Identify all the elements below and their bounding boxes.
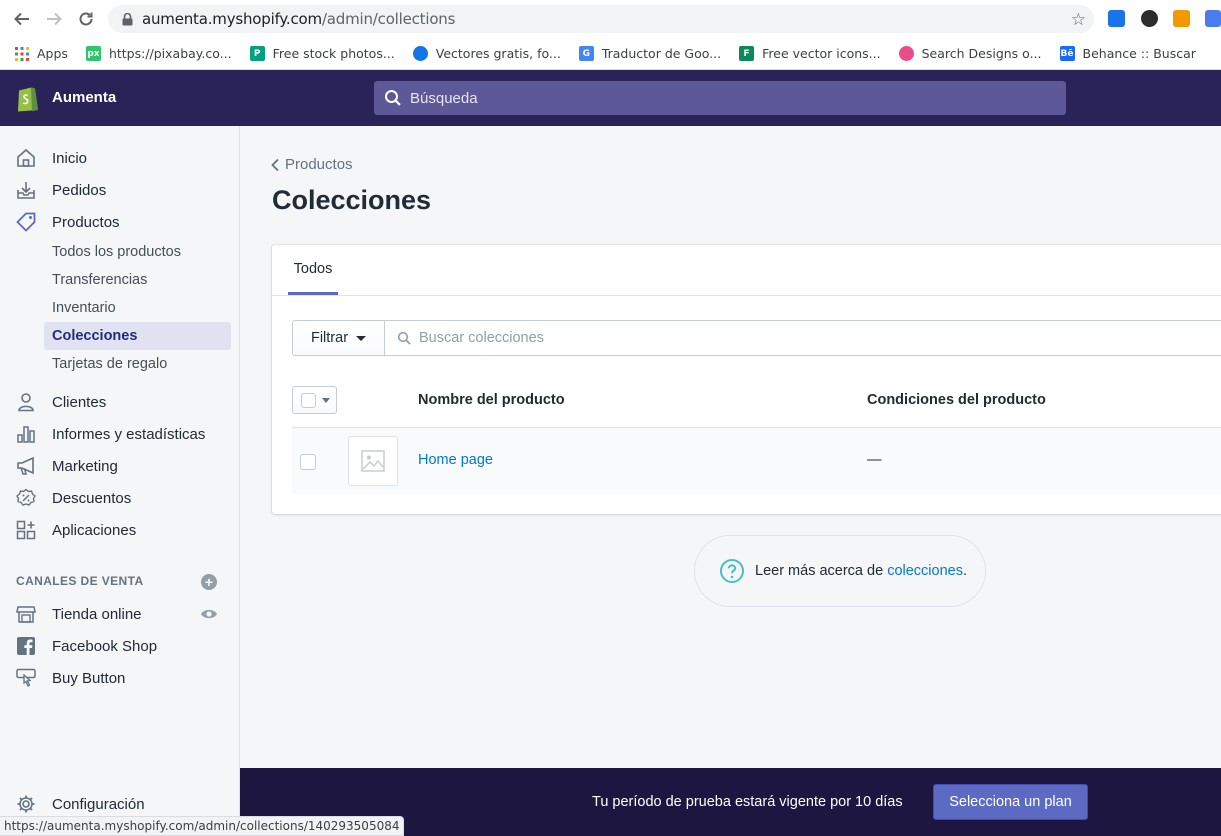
bookmark-freepik[interactable]: Vectores gratis, fo... <box>412 46 561 61</box>
buy-button-icon <box>16 668 36 688</box>
pixabay-icon: px <box>85 46 101 61</box>
collection-search[interactable] <box>384 320 1221 356</box>
select-all-checkbox[interactable] <box>301 393 316 408</box>
analytics-icon <box>16 424 36 444</box>
customer-icon <box>16 392 36 412</box>
back-arrow-icon[interactable] <box>11 8 33 30</box>
sales-channels-heading: CANALES DE VENTA <box>16 574 144 588</box>
row-checkbox[interactable] <box>300 454 316 470</box>
column-header-conditions: Condiciones del producto <box>867 392 1046 408</box>
discount-icon <box>16 488 36 508</box>
page-title: Colecciones <box>272 185 432 215</box>
bookmark-pixabay[interactable]: px https://pixabay.co... <box>85 46 232 61</box>
sidebar-item-marketing[interactable]: Marketing <box>0 450 240 482</box>
extension-icon[interactable] <box>1173 10 1190 27</box>
divider <box>272 295 1221 296</box>
collections-card: Todos Filtrar Nombre del producto Condic… <box>272 245 1221 514</box>
sidebar-subitem-todos-los-productos[interactable]: Todos los productos <box>44 238 231 266</box>
bookmark-star-icon[interactable]: ☆ <box>1071 10 1086 30</box>
flaticon-icon: F <box>739 46 755 61</box>
column-header-name: Nombre del producto <box>418 392 565 408</box>
behance-icon: Bē <box>1059 46 1075 61</box>
collection-conditions: — <box>867 452 882 468</box>
status-bar-url: https://aumenta.myshopify.com/admin/coll… <box>0 816 405 836</box>
sidebar-subitem-inventario[interactable]: Inventario <box>44 294 231 322</box>
dribbble-icon <box>898 46 914 61</box>
question-circle-icon <box>719 558 745 584</box>
freepik-icon <box>412 46 428 61</box>
select-plan-button[interactable]: Selecciona un plan <box>933 784 1088 820</box>
pexels-icon: P <box>249 46 265 61</box>
store-icon <box>16 604 36 624</box>
bookmark-behance[interactable]: Bē Behance :: Buscar <box>1059 46 1196 61</box>
global-search[interactable] <box>374 81 1066 115</box>
shopify-logo-icon[interactable] <box>16 84 42 112</box>
sidebar-item-productos[interactable]: Productos <box>0 206 240 238</box>
browser-toolbar: aumenta.myshopify.com/admin/collections … <box>0 0 1221 38</box>
bookmarks-bar: Apps px https://pixabay.co... P Free sto… <box>0 38 1221 70</box>
caret-down-icon <box>322 398 330 403</box>
apps-icon <box>16 520 36 540</box>
address-bar[interactable]: aumenta.myshopify.com/admin/collections … <box>108 5 1094 33</box>
home-icon <box>16 148 36 168</box>
collection-search-input[interactable] <box>419 330 1119 346</box>
facebook-icon <box>16 636 36 656</box>
orders-icon <box>16 180 36 200</box>
search-icon <box>384 89 402 107</box>
breadcrumb[interactable]: Productos <box>270 156 353 173</box>
bookmark-dribbble[interactable]: Search Designs o... <box>898 46 1042 61</box>
store-name[interactable]: Aumenta <box>52 89 116 106</box>
learn-more-callout: Leer más acerca de colecciones. <box>694 535 986 607</box>
bookmark-pexels[interactable]: P Free stock photos... <box>249 46 395 61</box>
learn-more-link[interactable]: colecciones <box>887 563 963 579</box>
breadcrumb-label: Productos <box>285 156 353 173</box>
google-translate-icon: G <box>578 46 594 61</box>
sidebar-channel-facebook-shop[interactable]: Facebook Shop <box>0 630 240 662</box>
tag-icon <box>16 212 36 232</box>
search-input[interactable] <box>410 89 1010 107</box>
forward-arrow-icon[interactable] <box>43 8 65 30</box>
eye-icon[interactable] <box>200 606 218 622</box>
sidebar-item-inicio[interactable]: Inicio <box>0 142 240 174</box>
bulk-select[interactable] <box>292 386 337 414</box>
image-placeholder-icon <box>348 436 398 486</box>
gear-icon <box>16 794 36 814</box>
search-icon <box>397 331 411 345</box>
lock-icon <box>120 12 134 26</box>
extension-icon[interactable] <box>1108 10 1125 27</box>
sidebar-subitem-colecciones[interactable]: Colecciones <box>44 322 231 350</box>
collection-link[interactable]: Home page <box>418 452 493 468</box>
trial-text: Tu período de prueba estará vigente por … <box>592 794 903 810</box>
bookmark-flaticon[interactable]: F Free vector icons... <box>739 46 881 61</box>
sidebar-channel-buy-button[interactable]: Buy Button <box>0 662 240 694</box>
sidebar-item-pedidos[interactable]: Pedidos <box>0 174 240 206</box>
sidebar-subitem-tarjetas-de-regalo[interactable]: Tarjetas de regalo <box>44 350 231 378</box>
megaphone-icon <box>16 456 36 476</box>
bookmark-apps[interactable]: Apps <box>14 46 68 61</box>
filter-button[interactable]: Filtrar <box>292 320 385 356</box>
url-text: aumenta.myshopify.com/admin/collections <box>142 10 456 28</box>
tab-todos[interactable]: Todos <box>288 245 338 295</box>
table-row[interactable]: Home page — <box>292 427 1221 494</box>
sidebar-item-informes[interactable]: Informes y estadísticas <box>0 418 240 450</box>
extension-icon[interactable] <box>1205 10 1221 27</box>
apps-grid-icon <box>14 46 29 61</box>
add-channel-icon[interactable]: + <box>201 574 217 590</box>
bookmark-google-translate[interactable]: G Traductor de Goo... <box>578 46 721 61</box>
learn-more-text: Leer más acerca de colecciones. <box>755 563 967 579</box>
sidebar-subitem-transferencias[interactable]: Transferencias <box>44 266 231 294</box>
caret-down-icon <box>356 335 367 341</box>
sidebar-item-descuentos[interactable]: Descuentos <box>0 482 240 514</box>
chevron-left-icon <box>270 158 280 172</box>
sidebar-item-clientes[interactable]: Clientes <box>0 386 240 418</box>
sidebar-item-aplicaciones[interactable]: Aplicaciones <box>0 514 240 546</box>
extension-icon[interactable] <box>1141 10 1158 27</box>
reload-icon[interactable] <box>75 8 97 30</box>
